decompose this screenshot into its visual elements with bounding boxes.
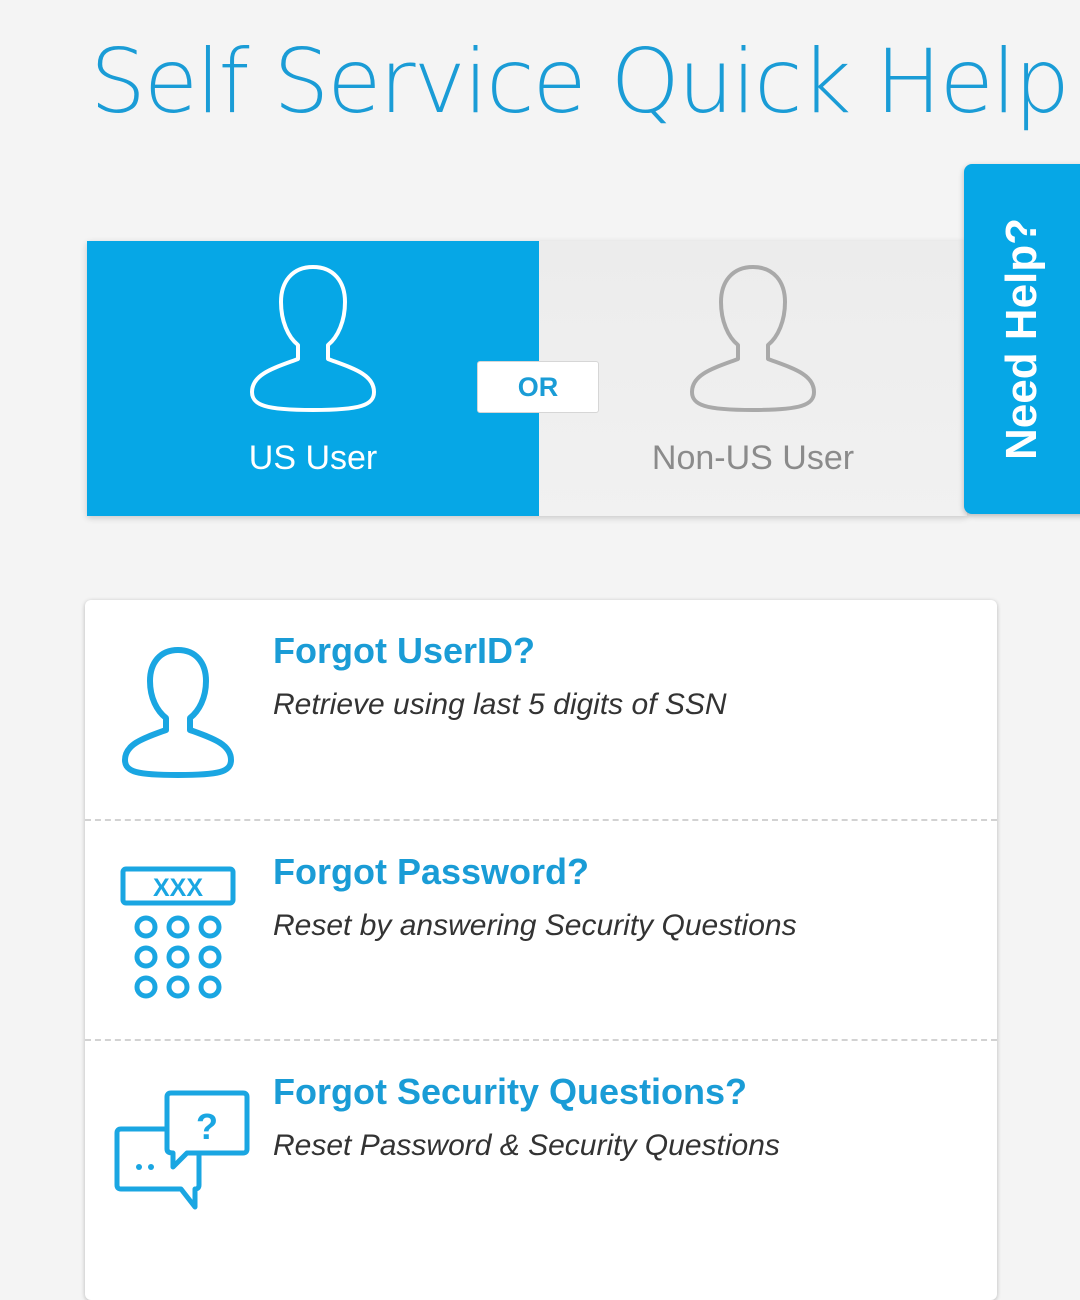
forgot-password-description: Reset by answering Security Questions [273,909,797,942]
non-us-user-option[interactable]: Non-US User [539,241,967,516]
forgot-security-questions-item[interactable]: ? Forgot Security Questions? Reset Passw… [85,1039,997,1261]
user-silhouette-icon [250,265,376,412]
us-user-label: US User [248,439,378,477]
page-title: Self Service Quick Help [90,30,1070,133]
non-us-user-label: Non-US User [651,439,855,477]
password-keypad-icon: XXX [120,866,236,999]
need-help-tab[interactable]: Need Help? [964,164,1080,514]
help-options-card: Forgot UserID? Retrieve using last 5 dig… [85,600,997,1300]
forgot-userid-item[interactable]: Forgot UserID? Retrieve using last 5 dig… [85,600,997,820]
or-separator: OR [477,361,599,413]
chat-question-icon: ? [114,1090,250,1210]
forgot-userid-title: Forgot UserID? [273,630,536,671]
forgot-security-questions-description: Reset Password & Security Questions [273,1129,780,1162]
forgot-security-questions-title: Forgot Security Questions? [273,1071,748,1112]
question-mark-text: ? [196,1106,218,1147]
keypad-mask-text: XXX [153,874,203,902]
forgot-userid-description: Retrieve using last 5 digits of SSN [273,688,727,721]
user-silhouette-icon [690,265,816,412]
forgot-password-title: Forgot Password? [273,851,590,892]
user-icon [122,647,234,778]
need-help-label: Need Help? [997,217,1046,461]
us-user-option[interactable]: US User [87,241,539,516]
forgot-password-item[interactable]: XXX Forgot Password? Reset by answering … [85,819,997,1041]
